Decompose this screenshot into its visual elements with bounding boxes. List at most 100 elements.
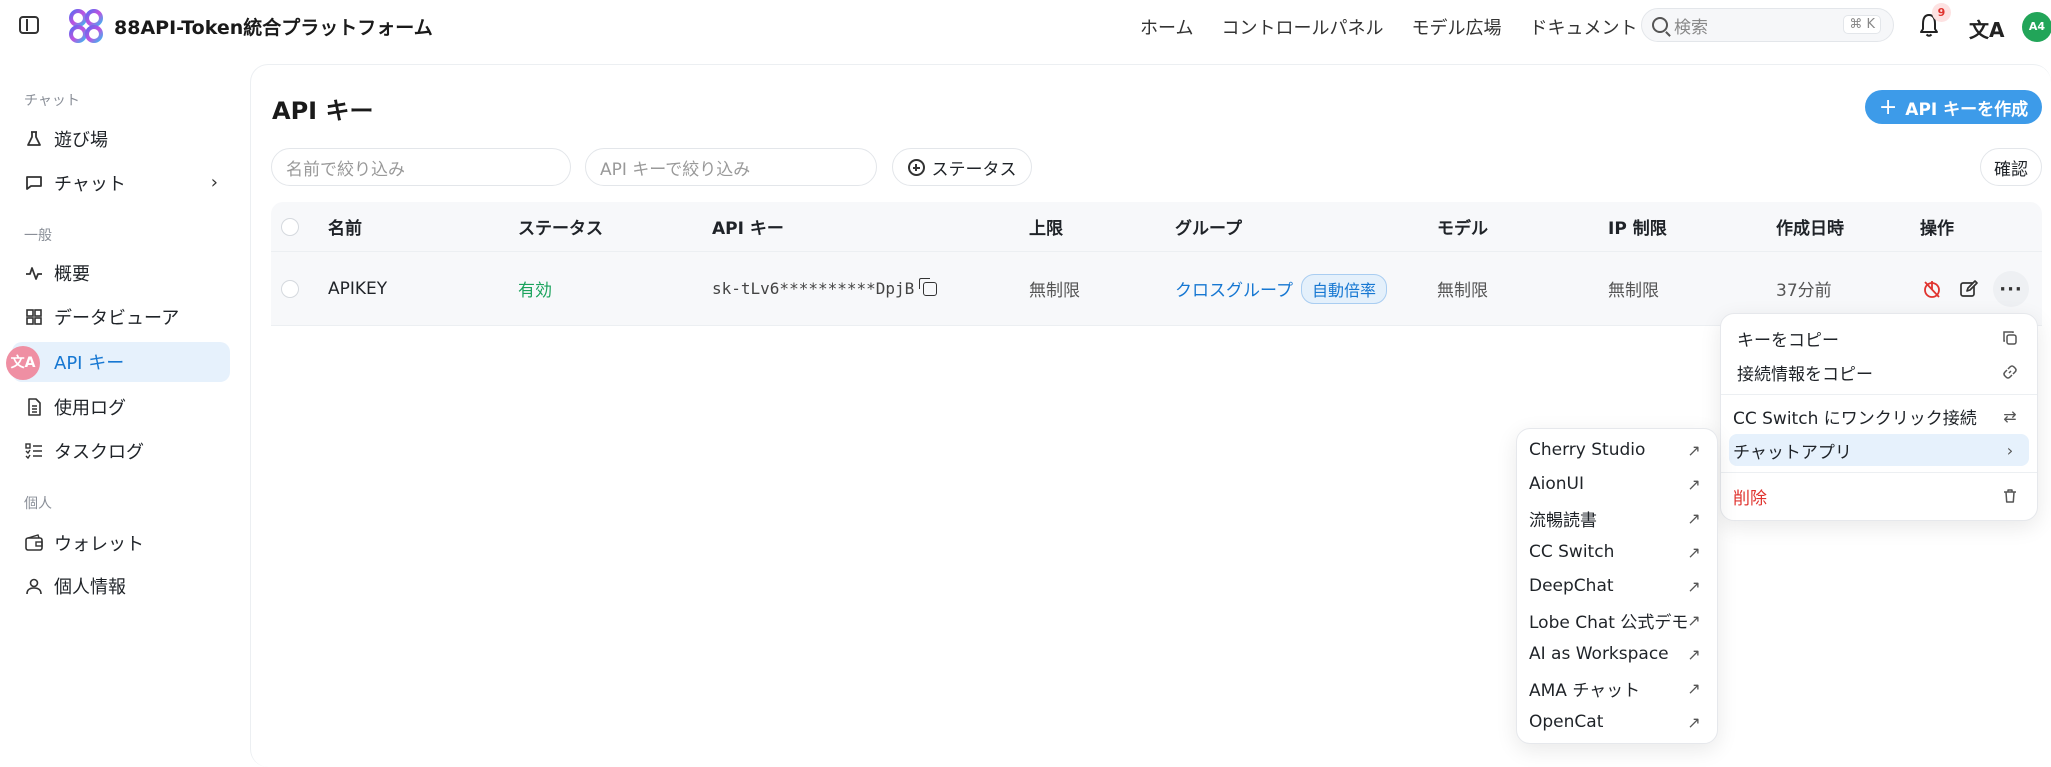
chat-app-item[interactable]: 流暢読書 ↗ <box>1525 502 1713 534</box>
create-api-key-label: API キーを作成 <box>1905 99 2029 120</box>
status-filter-button[interactable]: ステータス <box>892 148 1032 186</box>
api-key-value: sk-tLv6**********DpjB <box>712 279 915 298</box>
sidebar-item-label: データビューア <box>54 308 180 329</box>
section-label-chat: チャット <box>24 93 80 109</box>
sidebar-toggle-icon[interactable] <box>19 16 39 34</box>
sidebar-item-profile[interactable]: 個人情報 <box>12 566 230 606</box>
menu-item-label: CC Switch にワンクリック接続 <box>1733 408 1977 429</box>
status-badge: 有効 <box>518 281 552 301</box>
chat-app-item[interactable]: CC Switch ↗ <box>1525 536 1713 568</box>
column-header-name[interactable]: 名前 <box>328 202 362 251</box>
translate-icon[interactable]: 文A <box>1969 14 2004 43</box>
search-icon <box>1652 17 1668 33</box>
nav-control-panel[interactable]: コントロールパネル <box>1221 14 1383 40</box>
sidebar-item-playground[interactable]: 遊び場 <box>12 119 230 159</box>
sidebar-item-label: 遊び場 <box>54 130 108 151</box>
page-title: API キー <box>272 97 374 125</box>
sidebar-item-wallet[interactable]: ウォレット <box>12 523 230 563</box>
flask-icon <box>24 129 44 149</box>
column-header-api-key[interactable]: API キー <box>712 202 784 251</box>
sidebar-item-label: 個人情報 <box>54 577 126 598</box>
menu-item-label: DeepChat <box>1529 576 1614 596</box>
confirm-button[interactable]: 確認 <box>1980 148 2042 186</box>
swap-icon: ⇄ <box>2003 406 2017 426</box>
plus-circle-icon <box>907 158 925 176</box>
chevron-right-icon: › <box>2006 440 2014 460</box>
sidebar-item-label: API キー <box>54 353 125 374</box>
search-placeholder: 検索 <box>1674 17 1708 38</box>
api-key-cell: sk-tLv6**********DpjB <box>712 252 938 325</box>
menu-item-label: AI as Workspace <box>1529 644 1669 664</box>
copy-icon[interactable] <box>919 277 938 296</box>
external-link-icon: ↗ <box>1687 440 1701 460</box>
key-name: APIKEY <box>328 278 388 299</box>
nav-docs[interactable]: ドキュメント <box>1529 14 1637 40</box>
external-link-icon: ↗ <box>1687 508 1701 528</box>
nav-home[interactable]: ホーム <box>1140 14 1193 40</box>
menu-item-label: 削除 <box>1733 488 1767 509</box>
list-icon <box>24 441 44 461</box>
chat-app-item[interactable]: Cherry Studio ↗ <box>1525 434 1713 466</box>
external-link-icon: ↗ <box>1687 610 1701 630</box>
status-filter-label: ステータス <box>931 159 1017 180</box>
chat-app-item[interactable]: OpenCat ↗ <box>1525 706 1713 738</box>
sidebar-item-data-viewer[interactable]: データビューア <box>12 297 230 337</box>
sidebar-item-label: タスクログ <box>54 442 144 463</box>
chat-app-item[interactable]: Lobe Chat 公式デモ ↗ <box>1525 604 1713 636</box>
disable-icon[interactable] <box>1921 278 1943 300</box>
grid-icon <box>24 307 44 327</box>
menu-item-label: Lobe Chat 公式デモ <box>1529 612 1689 633</box>
chat-app-item[interactable]: AI as Workspace ↗ <box>1525 638 1713 670</box>
menu-separator <box>1721 394 2037 395</box>
section-label-general: 一般 <box>24 228 52 244</box>
wallet-icon <box>24 533 44 553</box>
sidebar-item-usage-log[interactable]: 使用ログ <box>12 387 230 427</box>
table-header: 名前 ステータス API キー 上限 グループ モデル IP 制限 作成日時 操… <box>271 202 2042 252</box>
chat-app-item[interactable]: DeepChat ↗ <box>1525 570 1713 602</box>
chat-app-item[interactable]: AMA チャット ↗ <box>1525 672 1713 704</box>
file-icon <box>24 397 44 417</box>
menu-separator <box>1721 472 2037 473</box>
sidebar-item-overview[interactable]: 概要 <box>12 253 230 293</box>
avatar[interactable]: A4 <box>2022 12 2051 42</box>
model-value: 無制限 <box>1437 281 1488 301</box>
nav-model-square[interactable]: モデル広場 <box>1411 14 1501 40</box>
external-link-icon: ↗ <box>1687 712 1701 732</box>
group-link[interactable]: クロスグループ <box>1175 276 1293 301</box>
notification-badge: 9 <box>1932 3 1951 22</box>
menu-item-label: チャットアプリ <box>1733 442 1852 463</box>
edit-icon[interactable] <box>1958 278 1980 300</box>
chevron-right-icon: › <box>210 172 218 193</box>
column-header-actions: 操作 <box>1920 219 1954 239</box>
menu-item-label: CC Switch <box>1529 542 1615 562</box>
copy-connection-info-menu-item[interactable]: 接続情報をコピー <box>1729 356 2029 388</box>
menu-item-label: AionUI <box>1529 474 1584 494</box>
cc-switch-connect-menu-item[interactable]: CC Switch にワンクリック接続 ⇄ <box>1729 400 2029 432</box>
ip-value: 無制限 <box>1608 281 1659 301</box>
column-header-group[interactable]: グループ <box>1175 202 1242 251</box>
activity-icon <box>24 263 44 283</box>
column-header-ip[interactable]: IP 制限 <box>1608 202 1667 251</box>
chat-apps-menu-item[interactable]: チャットアプリ › <box>1729 434 2029 466</box>
sidebar-item-chat[interactable]: チャット › <box>12 163 230 203</box>
sidebar-item-label: 概要 <box>54 264 90 285</box>
column-header-created[interactable]: 作成日時 <box>1776 202 1844 251</box>
key-filter-input[interactable]: API キーで絞り込み <box>585 148 877 186</box>
chat-app-item[interactable]: AionUI ↗ <box>1525 468 1713 500</box>
sidebar-item-task-log[interactable]: タスクログ <box>12 431 230 471</box>
select-all-checkbox[interactable] <box>281 202 299 251</box>
row-checkbox[interactable] <box>281 252 299 325</box>
sidebar-item-label: ウォレット <box>54 534 144 555</box>
create-api-key-button[interactable]: + API キーを作成 <box>1865 90 2042 124</box>
column-header-limit[interactable]: 上限 <box>1029 202 1063 251</box>
translate-float-badge[interactable]: 文A <box>6 346 40 380</box>
name-filter-input[interactable]: 名前で絞り込み <box>271 148 571 186</box>
copy-key-menu-item[interactable]: キーをコピー <box>1729 322 2029 354</box>
more-actions-button[interactable]: ··· <box>1993 271 2029 307</box>
delete-menu-item[interactable]: 削除 <box>1729 480 2029 512</box>
sidebar-item-api-keys[interactable]: API キー <box>12 342 230 382</box>
column-header-status[interactable]: ステータス <box>518 202 603 251</box>
column-header-model[interactable]: モデル <box>1437 202 1488 251</box>
search-input[interactable]: 検索 ⌘ K <box>1641 8 1894 42</box>
menu-item-label: 流暢読書 <box>1529 510 1597 531</box>
